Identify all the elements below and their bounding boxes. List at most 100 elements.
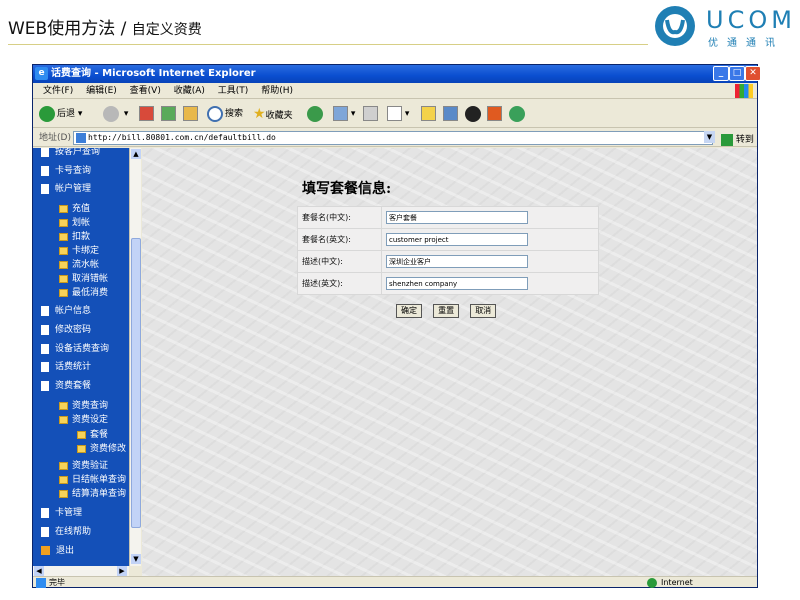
folder-icon	[77, 444, 86, 453]
field-cell	[381, 228, 599, 251]
sidebar-item-package[interactable]: 套餐	[77, 429, 108, 441]
status-text: 完毕	[49, 578, 65, 587]
toolbar-extra-button[interactable]	[487, 105, 502, 123]
word-icon	[387, 106, 402, 121]
menu-tools[interactable]: 工具(T)	[218, 86, 249, 96]
sidebar-item-device-bill[interactable]: 设备话费查询	[41, 343, 109, 355]
qq-button[interactable]	[465, 105, 483, 123]
address-url: http://bill.80801.com.cn/defaultbill.do	[88, 133, 276, 142]
sidebar-item-min-spend[interactable]: 最低消费	[59, 287, 108, 299]
sidebar-item-online-help[interactable]: 在线帮助	[41, 526, 91, 538]
home-button[interactable]	[183, 105, 198, 123]
menu-edit[interactable]: 编辑(E)	[86, 86, 117, 96]
package-name-en-input[interactable]	[386, 233, 528, 246]
toolbar: 后退 ▾ ▾ 搜索 ★收藏夹 ▾ ▾	[33, 100, 757, 128]
minimize-button[interactable]: _	[713, 66, 729, 81]
stop-button[interactable]	[139, 105, 154, 123]
sidebar-item-tariff-verify[interactable]: 资费验证	[59, 460, 108, 472]
folder-icon	[59, 288, 68, 297]
folder-icon	[59, 461, 68, 470]
form-buttons: 确定 重置 取消	[396, 298, 502, 318]
field-label: 描述(中文):	[297, 250, 382, 273]
menu-view[interactable]: 查看(V)	[130, 86, 161, 96]
sidebar-item-account-mgmt[interactable]: 帐户管理	[41, 183, 91, 195]
sidebar-item-label: 取消错帐	[72, 274, 109, 284]
scroll-left-arrow-icon[interactable]: ◀	[34, 566, 44, 576]
sidebar-item-tariff-modify[interactable]: 资费修改	[77, 443, 126, 455]
field-label: 套餐名(英文):	[297, 228, 382, 251]
scroll-right-arrow-icon[interactable]: ▶	[117, 566, 127, 576]
status-bar: 完毕 Internet	[33, 576, 757, 588]
notes-button[interactable]	[421, 105, 436, 123]
sidebar-horizontal-scrollbar[interactable]: ◀ ▶	[33, 566, 129, 576]
menu-favorites[interactable]: 收藏(A)	[174, 86, 205, 96]
star-icon: ★	[253, 106, 266, 122]
sidebar-item-label: 卡绑定	[72, 246, 100, 256]
print-button[interactable]	[363, 105, 378, 123]
page-done-icon	[36, 578, 46, 588]
description-cn-input[interactable]	[386, 255, 528, 268]
favorites-button[interactable]: ★收藏夹	[253, 105, 293, 123]
form-title: 填写套餐信息:	[302, 181, 392, 197]
menu-file[interactable]: 文件(F)	[43, 86, 73, 96]
address-dropdown-button[interactable]: ▼	[704, 131, 715, 143]
scroll-up-arrow-icon[interactable]: ▲	[131, 149, 141, 159]
doc-icon	[41, 526, 49, 537]
refresh-button[interactable]	[161, 105, 176, 123]
slide-title: WEB使用方法 / 自定义资费	[8, 14, 202, 39]
doc-icon	[41, 305, 49, 316]
cancel-button[interactable]: 取消	[470, 304, 497, 318]
scroll-thumb[interactable]	[131, 238, 141, 528]
sidebar-item-recharge[interactable]: 充值	[59, 203, 90, 215]
folder-icon	[59, 260, 68, 269]
doc-icon	[41, 183, 49, 194]
sidebar-item-label: 套餐	[90, 430, 109, 440]
doc-icon	[41, 148, 49, 157]
sidebar-item-card-bind[interactable]: 卡绑定	[59, 245, 99, 257]
scroll-down-arrow-icon[interactable]: ▼	[131, 554, 141, 564]
sidebar-item-ledger[interactable]: 流水帐	[59, 259, 99, 271]
go-button[interactable]: 转到	[721, 131, 754, 149]
messenger-button[interactable]	[509, 105, 527, 123]
maximize-button[interactable]: □	[729, 66, 745, 81]
sidebar-vertical-scrollbar[interactable]: ▲ ▼	[129, 148, 141, 566]
sidebar-item-label: 扣款	[72, 232, 91, 242]
sidebar-item-bill-stats[interactable]: 话费统计	[41, 361, 91, 373]
sidebar-item-label: 在线帮助	[55, 527, 92, 537]
forward-button[interactable]: ▾	[103, 105, 128, 123]
main-content: 填写套餐信息: 套餐名(中文): 套餐名(英文): 描述(中文): 描述(英文)…	[142, 148, 757, 576]
description-en-input[interactable]	[386, 277, 528, 290]
stop-icon	[139, 106, 154, 121]
sidebar-item-tariff-setting[interactable]: 资费设定	[59, 414, 108, 426]
sidebar-item-cancel-error[interactable]: 取消错帐	[59, 273, 108, 285]
doc-icon	[41, 380, 49, 391]
sidebar-item-change-password[interactable]: 修改密码	[41, 324, 91, 336]
sidebar-item-customer-query[interactable]: 按客户查询	[41, 148, 100, 158]
reset-button[interactable]: 重置	[433, 304, 460, 318]
sidebar-item-account-info[interactable]: 帐户信息	[41, 305, 91, 317]
package-name-cn-input[interactable]	[386, 211, 528, 224]
research-button[interactable]	[443, 105, 458, 123]
sidebar-item-tariff-query[interactable]: 资费查询	[59, 400, 108, 412]
sidebar-item-label: 划帐	[72, 218, 91, 228]
sidebar-item-card-query[interactable]: 卡号查询	[41, 165, 91, 177]
edit-button[interactable]: ▾	[387, 105, 409, 123]
menu-help[interactable]: 帮助(H)	[261, 86, 293, 96]
sidebar-item-logout[interactable]: 退出	[41, 545, 74, 557]
menu-bar: 文件(F) 编辑(E) 查看(V) 收藏(A) 工具(T) 帮助(H)	[33, 83, 757, 99]
confirm-button[interactable]: 确定	[396, 304, 422, 318]
search-button[interactable]: 搜索	[207, 105, 243, 123]
mail-button[interactable]: ▾	[333, 105, 355, 123]
sidebar-item-deduct[interactable]: 扣款	[59, 231, 90, 243]
mail-icon	[333, 106, 348, 121]
close-button[interactable]: ✕	[745, 66, 761, 81]
sidebar-item-daily-bill[interactable]: 日结帐单查询	[59, 474, 126, 486]
sidebar-item-card-mgmt[interactable]: 卡管理	[41, 507, 82, 519]
back-button[interactable]: 后退 ▾	[39, 105, 82, 123]
history-button[interactable]	[307, 105, 325, 123]
back-label: 后退	[57, 109, 76, 119]
sidebar-item-tariff-package[interactable]: 资费套餐	[41, 380, 91, 392]
sidebar-item-settlement-list[interactable]: 结算清单查询	[59, 488, 126, 500]
sidebar-item-transfer[interactable]: 划帐	[59, 217, 90, 229]
address-input[interactable]: http://bill.80801.com.cn/defaultbill.do	[73, 131, 713, 145]
